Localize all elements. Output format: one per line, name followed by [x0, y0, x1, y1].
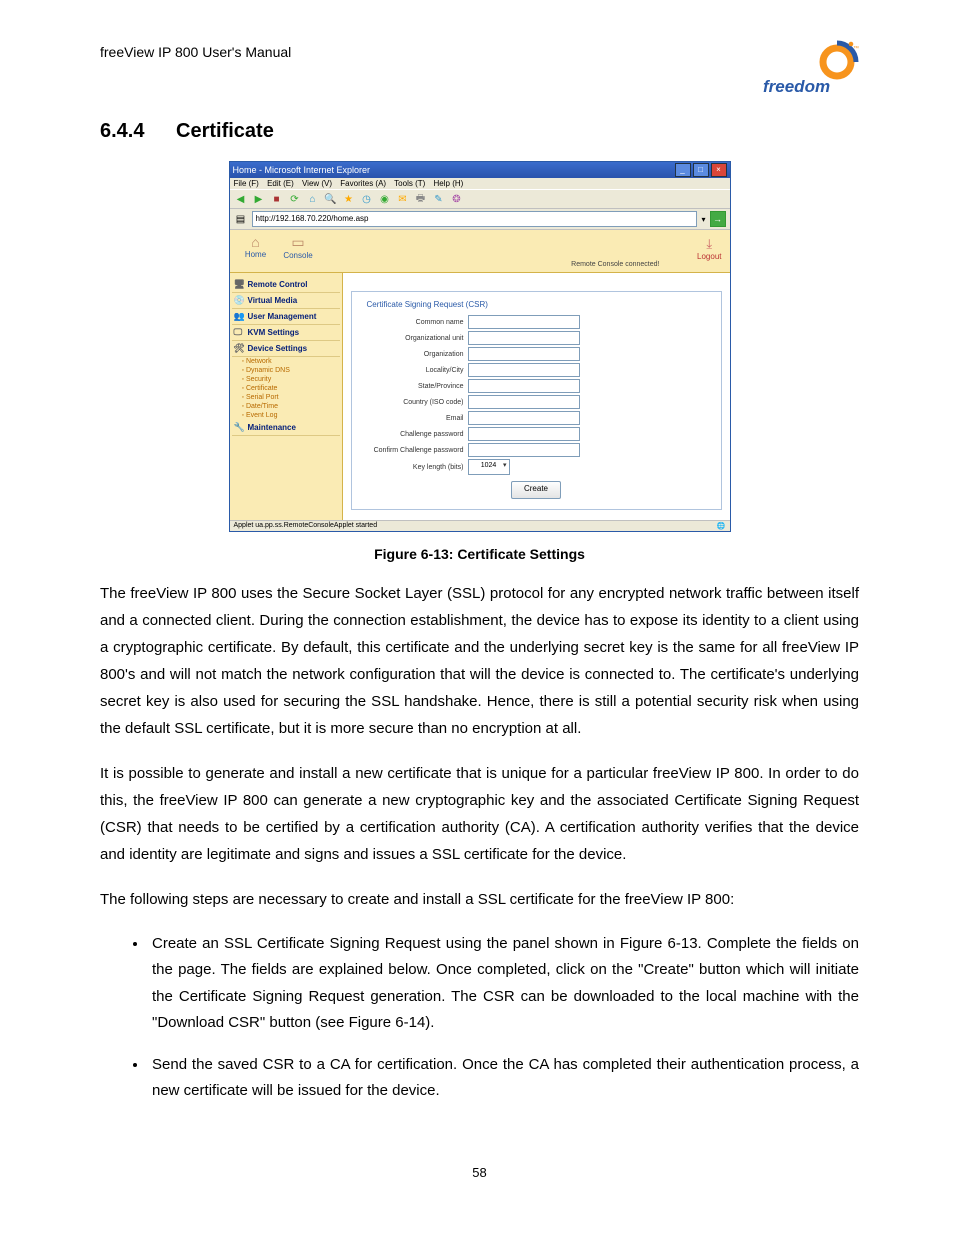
label-challenge-pw: Challenge password	[360, 431, 468, 438]
close-icon[interactable]: ×	[711, 163, 727, 177]
csr-legend: Certificate Signing Request (CSR)	[364, 300, 491, 309]
sidebar-nav: 🖥Remote Control 💿Virtual Media 👥User Man…	[230, 273, 343, 520]
label-state: State/Province	[360, 383, 468, 390]
user-icon: 👥	[234, 311, 245, 322]
page-number: 58	[100, 1165, 859, 1180]
create-button[interactable]: Create	[511, 481, 561, 499]
discuss-icon: ❂	[450, 192, 464, 206]
maintenance-icon: 🔧	[234, 422, 245, 433]
label-email: Email	[360, 415, 468, 422]
select-keylen[interactable]: 1024	[468, 459, 510, 475]
input-country[interactable]	[468, 395, 580, 409]
step-1: Create an SSL Certificate Signing Reques…	[148, 931, 859, 1036]
csr-fieldset: Certificate Signing Request (CSR) Common…	[351, 291, 722, 510]
kvm-icon: 🖵	[234, 327, 243, 338]
stop-icon: ■	[270, 192, 284, 206]
address-input[interactable]: http://192.168.70.220/home.asp	[252, 211, 698, 227]
browser-toolbar[interactable]: ◀ ▶ ■ ⟳ ⌂ 🔍 ★ ◷ ◉ ✉ 🖶 ✎ ❂	[230, 189, 730, 209]
sidebar-item-device-settings[interactable]: 🛠Device Settings	[232, 341, 340, 357]
address-bar[interactable]: ▤ http://192.168.70.220/home.asp ▾ →	[230, 209, 730, 230]
paragraph-1: The freeView IP 800 uses the Secure Sock…	[100, 580, 859, 742]
input-locality[interactable]	[468, 363, 580, 377]
paragraph-3: The following steps are necessary to cre…	[100, 886, 859, 913]
history-icon: ◷	[360, 192, 374, 206]
app-header: ⌂ Home ▭ Console Remote Console connecte…	[230, 230, 730, 273]
maximize-icon[interactable]: □	[693, 163, 709, 177]
forward-icon: ▶	[252, 192, 266, 206]
sidebar-item-remote-control[interactable]: 🖥Remote Control	[232, 277, 340, 293]
logout-icon: ⤓	[697, 236, 721, 252]
svg-text:™: ™	[853, 45, 859, 52]
minimize-icon[interactable]: _	[675, 163, 691, 177]
sidebar-item-user-management[interactable]: 👥User Management	[232, 309, 340, 325]
media-icon: 💿	[234, 295, 245, 306]
input-confirm-challenge-pw[interactable]	[468, 443, 580, 457]
go-button[interactable]: →	[710, 211, 726, 227]
edit-icon: ✎	[432, 192, 446, 206]
input-email[interactable]	[468, 411, 580, 425]
print-icon: 🖶	[414, 192, 428, 206]
label-organization: Organization	[360, 351, 468, 358]
sidebar-item-kvm-settings[interactable]: 🖵KVM Settings	[232, 325, 340, 341]
label-org-unit: Organizational unit	[360, 335, 468, 342]
input-org-unit[interactable]	[468, 331, 580, 345]
paragraph-2: It is possible to generate and install a…	[100, 760, 859, 868]
device-icon: 🛠	[234, 343, 245, 354]
favorites-icon: ★	[342, 192, 356, 206]
input-state[interactable]	[468, 379, 580, 393]
label-locality: Locality/City	[360, 367, 468, 374]
logout-link[interactable]: ⤓ Logout	[697, 236, 721, 261]
doc-title: freeView IP 800 User's Manual	[100, 40, 291, 60]
content-pane: Certificate Signing Request (CSR) Common…	[343, 273, 730, 520]
sidebar-sub-event-log[interactable]: Event Log	[232, 411, 340, 420]
sidebar-sub-dynamic-dns[interactable]: Dynamic DNS	[232, 366, 340, 375]
step-2: Send the saved CSR to a CA for certifica…	[148, 1052, 859, 1105]
remote-status: Remote Console connected!	[571, 261, 659, 268]
console-monitor-icon: ▭	[278, 234, 318, 251]
window-title: Home - Microsoft Internet Explorer	[233, 162, 371, 178]
sidebar-sub-security[interactable]: Security	[232, 375, 340, 384]
sidebar-item-maintenance[interactable]: 🔧Maintenance	[232, 420, 340, 436]
remote-icon: 🖥	[234, 279, 245, 290]
window-titlebar: Home - Microsoft Internet Explorer _ □ ×	[230, 162, 730, 178]
freedom9-logo: freedom ™	[759, 40, 859, 100]
home-house-icon: ⌂	[236, 234, 276, 250]
home-link[interactable]: ⌂ Home	[236, 234, 276, 259]
sidebar-sub-certificate[interactable]: Certificate	[232, 384, 340, 393]
svg-text:freedom: freedom	[763, 77, 830, 96]
back-icon: ◀	[234, 192, 248, 206]
sidebar-sub-network[interactable]: Network	[232, 357, 340, 366]
menu-bar[interactable]: File (F) Edit (E) View (V) Favorites (A)…	[230, 178, 730, 189]
mail-icon: ✉	[396, 192, 410, 206]
label-country: Country (ISO code)	[360, 399, 468, 406]
figure-caption: Figure 6-13: Certificate Settings	[100, 546, 859, 562]
media-icon: ◉	[378, 192, 392, 206]
status-text: Applet ua.pp.ss.RemoteConsoleApplet star…	[234, 522, 378, 530]
console-link[interactable]: ▭ Console	[278, 234, 318, 260]
input-common-name[interactable]	[468, 315, 580, 329]
input-organization[interactable]	[468, 347, 580, 361]
section-heading: 6.4.4Certificate	[100, 120, 859, 143]
label-common-name: Common name	[360, 319, 468, 326]
label-keylen: Key length (bits)	[360, 464, 468, 471]
home-icon: ⌂	[306, 192, 320, 206]
sidebar-sub-serial-port[interactable]: Serial Port	[232, 393, 340, 402]
screenshot-figure: Home - Microsoft Internet Explorer _ □ ×…	[229, 161, 731, 532]
page-icon: ▤	[234, 212, 248, 226]
input-challenge-pw[interactable]	[468, 427, 580, 441]
refresh-icon: ⟳	[288, 192, 302, 206]
sidebar-sub-date-time[interactable]: Date/Time	[232, 402, 340, 411]
sidebar-item-virtual-media[interactable]: 💿Virtual Media	[232, 293, 340, 309]
steps-list: Create an SSL Certificate Signing Reques…	[100, 931, 859, 1105]
label-confirm-challenge-pw: Confirm Challenge password	[360, 447, 468, 454]
status-bar: Applet ua.pp.ss.RemoteConsoleApplet star…	[230, 520, 730, 531]
internet-zone-icon: 🌐	[717, 522, 726, 530]
search-icon: 🔍	[324, 192, 338, 206]
